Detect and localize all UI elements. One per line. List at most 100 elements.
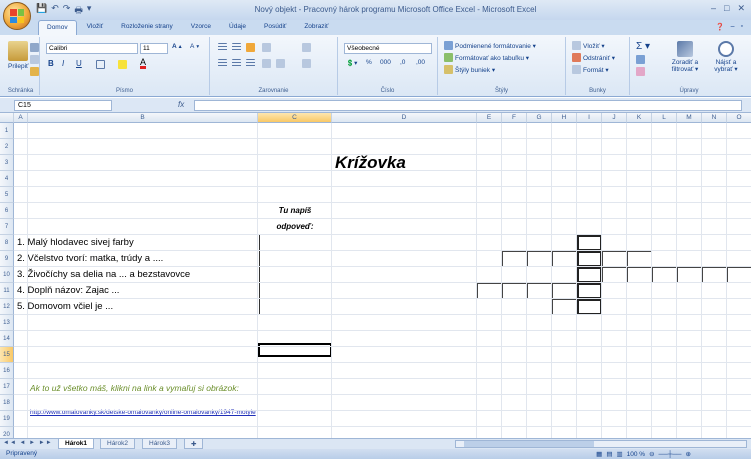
ribbon-restore-icon[interactable]: ▫ bbox=[741, 23, 743, 31]
horizontal-scroll-thumb[interactable] bbox=[464, 441, 594, 447]
grow-font-button[interactable]: A ▴ bbox=[172, 43, 181, 50]
crossword-cell[interactable] bbox=[602, 251, 627, 267]
close-button[interactable]: ✕ bbox=[737, 3, 745, 14]
column-header-l[interactable]: L bbox=[652, 113, 677, 123]
row-header-12[interactable]: 12 bbox=[0, 299, 14, 315]
insert-cells-button[interactable]: Vložiť ▾ bbox=[572, 41, 605, 50]
row-header-3[interactable]: 3 bbox=[0, 155, 14, 171]
wrap-text-icon[interactable] bbox=[302, 43, 311, 52]
horizontal-scrollbar[interactable] bbox=[455, 440, 747, 448]
tab-udaje[interactable]: Údaje bbox=[221, 20, 254, 35]
minimize-button[interactable]: – bbox=[711, 3, 716, 14]
format-painter-icon[interactable] bbox=[30, 67, 39, 76]
align-left-icon[interactable] bbox=[218, 59, 227, 68]
row-header-7[interactable]: 7 bbox=[0, 219, 14, 235]
crossword-cell[interactable] bbox=[727, 267, 751, 283]
worksheet-grid[interactable]: Krížovka Tu napíš odpoveď: 1. Malý hloda… bbox=[0, 113, 751, 438]
crossword-cell[interactable] bbox=[527, 251, 552, 267]
tab-posudit[interactable]: Posúdiť bbox=[256, 20, 294, 35]
tab-vlozit[interactable]: Vložiť bbox=[79, 20, 112, 35]
crossword-cell[interactable] bbox=[477, 283, 502, 299]
row-header-9[interactable]: 9 bbox=[0, 251, 14, 267]
conditional-formatting-button[interactable]: Podmienené formátovanie ▾ bbox=[444, 41, 536, 50]
column-header-n[interactable]: N bbox=[702, 113, 727, 123]
column-header-b[interactable]: B bbox=[28, 113, 258, 123]
accounting-format-button[interactable]: 💲▾ bbox=[346, 59, 357, 67]
fill-icon[interactable] bbox=[636, 55, 645, 64]
select-all-corner[interactable] bbox=[0, 113, 14, 123]
row-header-10[interactable]: 10 bbox=[0, 267, 14, 283]
crossword-cell[interactable] bbox=[552, 251, 577, 267]
align-middle-icon[interactable] bbox=[232, 43, 241, 52]
crossword-cell[interactable] bbox=[502, 251, 527, 267]
column-header-j[interactable]: J bbox=[602, 113, 627, 123]
row-header-1[interactable]: 1 bbox=[0, 123, 14, 139]
merge-cells-icon[interactable] bbox=[302, 59, 311, 68]
decrease-indent-icon[interactable] bbox=[262, 59, 271, 68]
column-header-k[interactable]: K bbox=[627, 113, 652, 123]
row-header-8[interactable]: 8 bbox=[0, 235, 14, 251]
increase-decimal-button[interactable]: ,0 bbox=[400, 59, 405, 66]
tab-rozlozenie-strany[interactable]: Rozloženie strany bbox=[113, 20, 181, 35]
crossword-cell[interactable] bbox=[702, 267, 727, 283]
shrink-font-button[interactable]: A ▾ bbox=[190, 43, 199, 50]
format-cells-button[interactable]: Formát ▾ bbox=[572, 65, 609, 74]
fill-color-icon[interactable] bbox=[118, 60, 127, 69]
zoom-in-icon[interactable]: ⊕ bbox=[686, 450, 691, 458]
name-box[interactable]: C15 bbox=[14, 100, 112, 111]
row-header-2[interactable]: 2 bbox=[0, 139, 14, 155]
font-size-select[interactable]: 11 bbox=[140, 43, 168, 54]
column-header-a[interactable]: A bbox=[14, 113, 28, 123]
underline-button[interactable]: U bbox=[76, 59, 82, 68]
format-as-table-button[interactable]: Formátovať ako tabuľku ▾ bbox=[444, 53, 529, 62]
page-break-view-icon[interactable]: ▥ bbox=[616, 450, 622, 458]
crossword-cell[interactable] bbox=[652, 267, 677, 283]
clear-icon[interactable] bbox=[636, 67, 645, 76]
crossword-cell[interactable] bbox=[577, 251, 602, 267]
font-color-button[interactable]: A bbox=[140, 58, 147, 69]
column-header-i[interactable]: I bbox=[577, 113, 602, 123]
row-header-13[interactable]: 13 bbox=[0, 315, 14, 331]
borders-icon[interactable] bbox=[96, 60, 105, 69]
zoom-slider[interactable]: ──┼── bbox=[659, 451, 682, 458]
tab-vzorce[interactable]: Vzorce bbox=[183, 20, 219, 35]
cell-styles-button[interactable]: Štýly buniek ▾ bbox=[444, 65, 495, 74]
row-header-14[interactable]: 14 bbox=[0, 331, 14, 347]
align-bottom-icon[interactable] bbox=[246, 43, 255, 52]
column-header-h[interactable]: H bbox=[552, 113, 577, 123]
row-header-20[interactable]: 20 bbox=[0, 427, 14, 438]
align-center-icon[interactable] bbox=[232, 59, 241, 68]
decrease-decimal-button[interactable]: ,00 bbox=[416, 59, 425, 66]
row-header-6[interactable]: 6 bbox=[0, 203, 14, 219]
comma-style-button[interactable]: 000 bbox=[380, 59, 391, 66]
number-format-select[interactable]: Všeobecné bbox=[344, 43, 432, 54]
sheet-tab-harok2[interactable]: Hárok2 bbox=[100, 439, 135, 449]
autosum-button[interactable]: Σ ▾ bbox=[636, 41, 650, 52]
cut-icon[interactable] bbox=[30, 43, 39, 52]
page-layout-view-icon[interactable]: ▤ bbox=[606, 450, 612, 458]
copy-icon[interactable] bbox=[30, 55, 39, 64]
row-header-15[interactable]: 15 bbox=[0, 347, 14, 363]
bold-button[interactable]: B bbox=[48, 59, 54, 68]
maximize-button[interactable]: □ bbox=[724, 3, 729, 14]
crossword-cell[interactable] bbox=[527, 283, 552, 299]
sheet-nav-arrows-icon[interactable]: ◄◄ ◄ ► ►► bbox=[3, 440, 53, 446]
align-right-icon[interactable] bbox=[246, 59, 255, 68]
crossword-cell[interactable] bbox=[552, 283, 577, 299]
sort-filter-button[interactable]: Zoradiť a filtrovať ▾ bbox=[666, 41, 704, 73]
crossword-cell[interactable] bbox=[552, 299, 577, 315]
row-header-16[interactable]: 16 bbox=[0, 363, 14, 379]
crossword-cell[interactable] bbox=[627, 267, 652, 283]
increase-indent-icon[interactable] bbox=[276, 59, 285, 68]
insert-sheet-icon[interactable]: ✚ bbox=[184, 439, 204, 449]
percent-button[interactable]: % bbox=[366, 59, 372, 66]
align-top-icon[interactable] bbox=[218, 43, 227, 52]
find-select-button[interactable]: Nájsť a vybrať ▾ bbox=[708, 41, 744, 73]
crossword-cell[interactable] bbox=[502, 283, 527, 299]
sheet-tab-harok3[interactable]: Hárok3 bbox=[142, 439, 177, 449]
delete-cells-button[interactable]: Odstrániť ▾ bbox=[572, 53, 615, 62]
crossword-cell[interactable] bbox=[577, 299, 602, 315]
orientation-icon[interactable] bbox=[262, 43, 271, 52]
column-header-c[interactable]: C bbox=[258, 113, 332, 123]
row-header-11[interactable]: 11 bbox=[0, 283, 14, 299]
